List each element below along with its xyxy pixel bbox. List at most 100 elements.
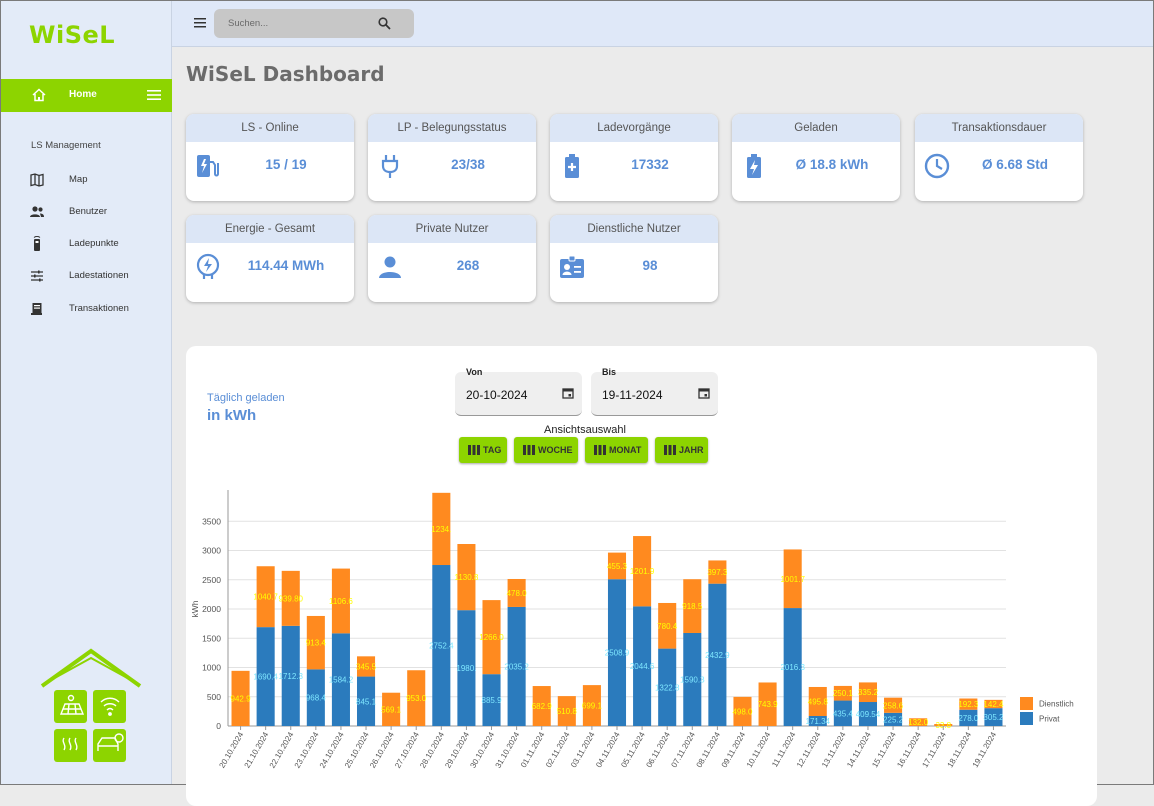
map-icon — [30, 173, 44, 187]
bar-label-privat: 171.34 — [806, 717, 831, 726]
card-value: 268 — [456, 258, 480, 273]
sidebar-item-label: Transaktionen — [69, 303, 129, 314]
x-tick-label: 21.10.2024 — [243, 730, 271, 770]
battery-bolt-icon — [747, 154, 761, 178]
bar-label-privat: 1584.2 — [329, 676, 354, 685]
bar-label-dienstlich: 780.4 — [657, 622, 678, 631]
bar-label-dienstlich: 345.5 — [356, 662, 377, 671]
date-to-label: Bis — [602, 367, 617, 377]
sidebar-item-label: Ladepunkte — [69, 238, 119, 249]
sidebar-item-home[interactable]: Home — [1, 79, 172, 112]
kpi-card-geladen: Geladen Ø 18.8 kWh — [732, 114, 900, 201]
search-input[interactable] — [228, 16, 378, 31]
clock-icon — [924, 153, 950, 179]
date-from-field[interactable]: Von 20-10-2024 — [455, 367, 582, 416]
receipt-icon — [31, 303, 42, 315]
bar-label-dienstlich: 913.4 — [306, 639, 327, 648]
hamburger-icon[interactable] — [194, 17, 208, 29]
calendar-icon[interactable] — [562, 387, 574, 399]
bar-label-dienstlich: 455.3 — [607, 562, 628, 571]
x-tick-label: 23.10.2024 — [293, 730, 321, 770]
kpi-card-dienstliche-nutzer: Dienstliche Nutzer 98 — [550, 215, 718, 302]
bar-label-privat: 968.4 — [306, 694, 327, 703]
bars-icon — [468, 445, 480, 455]
sidebar-item-label: Ladestationen — [69, 270, 129, 281]
bar-label-dienstlich: 250.1 — [833, 689, 854, 698]
daily-charged-chart: 0 500 1000 1500 2000 2500 3000 3500 kWh 942.9 20.1… — [190, 490, 1074, 770]
energy-meter-icon — [196, 253, 220, 279]
bar-label-privat: 305.2 — [983, 713, 1004, 722]
x-tick-label: 29.10.2024 — [443, 730, 471, 770]
bar-label-dienstlich: 682.9 — [532, 702, 553, 711]
bar-label-dienstlich: 743.9 — [758, 700, 779, 709]
view-button-label: TAG — [483, 445, 502, 455]
view-button-label: JAHR — [679, 445, 704, 455]
sidebar-item-transaktionen[interactable]: Transaktionen — [1, 297, 172, 321]
x-tick-label: 06.11.2024 — [644, 730, 672, 769]
bar-label-dienstlich: 953.0 — [406, 694, 427, 703]
x-tick-label: 18.11.2024 — [946, 730, 974, 769]
card-value: 114.44 MWh — [247, 258, 325, 273]
bars-icon — [523, 445, 535, 455]
sidebar-item-ladestationen[interactable]: Ladestationen — [1, 264, 172, 288]
menu-icon[interactable] — [147, 89, 161, 101]
bar-label-dienstlich: 498.0 — [732, 707, 753, 716]
card-title: LP - Belegungsstatus — [368, 114, 536, 142]
sidebar: WiSeL Home LS Management Map Benutzer La… — [1, 1, 172, 784]
calendar-icon[interactable] — [698, 387, 710, 399]
y-tick-label: 2000 — [202, 604, 221, 614]
search-box[interactable] — [214, 9, 414, 38]
bar-label-dienstlich: 1130.8 — [454, 573, 478, 582]
card-title: Private Nutzer — [368, 215, 536, 243]
kpi-card-energie-gesamt: Energie - Gesamt 114.44 MWh — [186, 215, 354, 302]
x-tick-label: 22.10.2024 — [268, 730, 296, 770]
plug-icon — [381, 155, 399, 178]
view-selection-label: Ansichtsauswahl — [544, 424, 626, 436]
bars-icon — [664, 445, 676, 455]
y-tick-label: 2500 — [202, 575, 221, 585]
ev-station-icon — [197, 155, 219, 177]
x-tick-label: 10.11.2024 — [745, 730, 773, 769]
bar-label-dienstlich: 258.6 — [883, 701, 904, 710]
view-button-label: WOCHE — [538, 445, 573, 455]
charge-point-icon — [33, 236, 41, 251]
bar-label-privat: 1322.8 — [655, 683, 680, 692]
bar-label-privat: 1690.4 — [253, 673, 278, 682]
x-tick-label: 11.11.2024 — [770, 730, 797, 769]
view-button-monat[interactable]: MONAT — [585, 437, 648, 463]
sidebar-item-benutzer[interactable]: Benutzer — [1, 200, 172, 224]
bar-label-dienstlich: 397.3 — [707, 568, 728, 577]
x-tick-label: 15.11.2024 — [870, 730, 898, 769]
legend-swatch — [1020, 712, 1033, 725]
date-from-value[interactable]: 20-10-2024 — [466, 388, 527, 402]
legend-swatch — [1020, 697, 1033, 710]
view-button-woche[interactable]: WOCHE — [514, 437, 578, 463]
view-button-tag[interactable]: TAG — [459, 437, 507, 463]
search-icon[interactable] — [378, 17, 391, 30]
kpi-card-ls-online: LS - Online 15 / 19 — [186, 114, 354, 201]
bar-label-dienstlich: 478.0 — [507, 589, 528, 598]
card-title: Geladen — [732, 114, 900, 142]
y-tick-label: 3500 — [202, 516, 221, 526]
bar-label-dienstlich: 569.1 — [381, 705, 402, 714]
card-value: 17332 — [631, 157, 669, 172]
sidebar-item-ladepunkte[interactable]: Ladepunkte — [1, 232, 172, 256]
badge-icon — [560, 255, 584, 278]
x-tick-label: 04.11.2024 — [594, 730, 622, 769]
date-from-label: Von — [466, 367, 483, 377]
battery-plus-icon — [565, 154, 579, 178]
y-tick-label: 1000 — [202, 663, 221, 673]
card-title: Ladevorgänge — [550, 114, 718, 142]
date-to-field[interactable]: Bis 19-11-2024 — [591, 367, 718, 416]
card-value: Ø 6.68 Std — [981, 157, 1049, 172]
bar-label-dienstlich: 335.2 — [858, 688, 879, 697]
sidebar-item-map[interactable]: Map — [1, 168, 172, 192]
x-tick-label: 01.11.2024 — [519, 730, 547, 769]
x-tick-label: 25.10.2024 — [343, 730, 371, 770]
view-button-jahr[interactable]: JAHR — [655, 437, 708, 463]
y-tick-label: 0 — [216, 721, 221, 731]
home-icon — [32, 88, 46, 102]
date-to-value[interactable]: 19-11-2024 — [602, 388, 663, 402]
x-tick-label: 05.11.2024 — [619, 730, 647, 769]
x-tick-label: 12.11.2024 — [795, 730, 823, 769]
